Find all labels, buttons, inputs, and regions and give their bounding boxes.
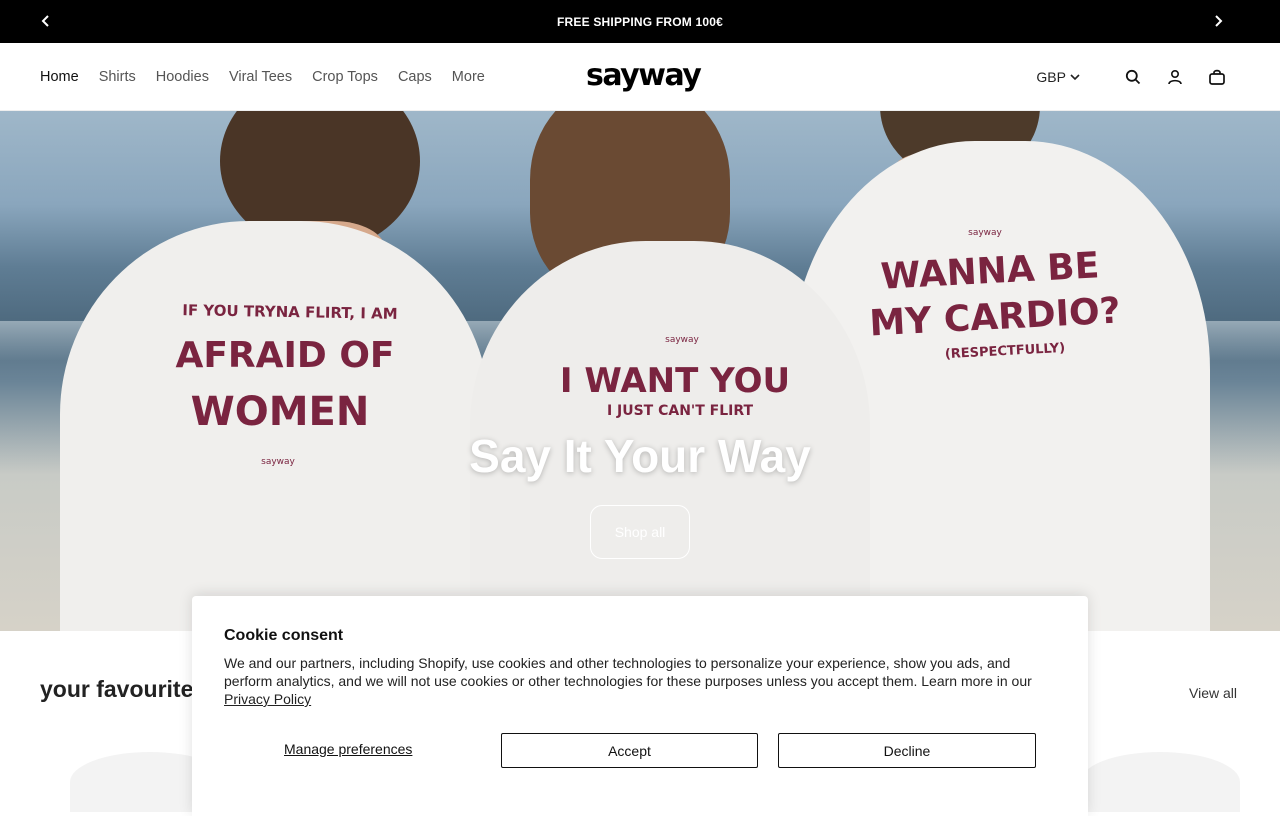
currency-label: GBP xyxy=(1036,69,1066,85)
cookie-body-text: We and our partners, including Shopify, … xyxy=(224,655,1032,689)
site-header: Home Shirts Hoodies Viral Tees Crop Tops… xyxy=(0,43,1280,111)
chevron-left-icon[interactable] xyxy=(36,11,56,31)
announcement-bar: FREE SHIPPING FROM 100€ xyxy=(0,0,1280,43)
decline-button[interactable]: Decline xyxy=(778,733,1036,768)
main-nav: Home Shirts Hoodies Viral Tees Crop Tops… xyxy=(40,43,505,111)
nav-item-shirts[interactable]: Shirts xyxy=(99,69,136,85)
search-icon[interactable] xyxy=(1122,66,1144,88)
nav-item-more[interactable]: More xyxy=(452,69,485,85)
cookie-consent-dialog: Cookie consent We and our partners, incl… xyxy=(192,596,1088,816)
nav-item-hoodies[interactable]: Hoodies xyxy=(156,69,209,85)
nav-item-viral-tees[interactable]: Viral Tees xyxy=(229,69,292,85)
shirt-tag: sayway xyxy=(665,335,699,345)
cart-icon[interactable] xyxy=(1206,66,1228,88)
chevron-down-icon xyxy=(1070,73,1080,80)
accept-button[interactable]: Accept xyxy=(501,733,758,768)
nav-item-crop-tops[interactable]: Crop Tops xyxy=(312,69,378,85)
chevron-right-icon[interactable] xyxy=(1208,11,1228,31)
hero-banner: IF YOU TRYNA FLIRT, I AM AFRAID OF WOMEN… xyxy=(0,111,1280,631)
cookie-body: We and our partners, including Shopify, … xyxy=(224,654,1054,708)
hero-title: Say It Your Way xyxy=(469,430,811,482)
nav-item-home[interactable]: Home xyxy=(40,69,79,85)
brand-logo[interactable]: sayway xyxy=(586,59,702,95)
announcement-text: FREE SHIPPING FROM 100€ xyxy=(557,14,723,29)
manage-preferences-button[interactable]: Manage preferences xyxy=(284,741,412,757)
cookie-title: Cookie consent xyxy=(224,627,344,644)
shirt-print-text: I WANT YOU xyxy=(559,361,791,401)
shirt-print-text: I JUST CAN'T FLIRT xyxy=(606,403,754,419)
header-tools: GBP xyxy=(1036,43,1228,111)
nav-item-caps[interactable]: Caps xyxy=(398,69,432,85)
product-thumbnail[interactable] xyxy=(1080,752,1240,812)
shop-all-button[interactable]: Shop all xyxy=(590,505,690,559)
shirt-print-text: AFRAID OF xyxy=(175,335,395,376)
section-title: your favourite xyxy=(40,676,194,702)
account-icon[interactable] xyxy=(1164,66,1186,88)
privacy-policy-link[interactable]: Privacy Policy xyxy=(224,691,311,707)
shirt-tag: sayway xyxy=(968,228,1002,238)
currency-selector[interactable]: GBP xyxy=(1036,69,1080,85)
view-all-link[interactable]: View all xyxy=(1189,685,1237,701)
